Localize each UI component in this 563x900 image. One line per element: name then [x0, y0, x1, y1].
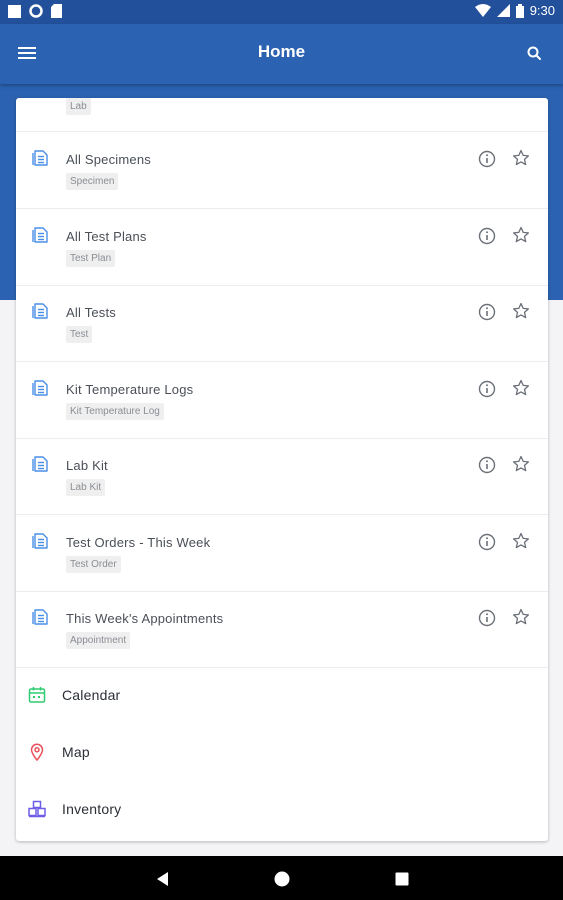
signal-icon	[496, 4, 510, 17]
list-item-title: All Specimens	[66, 152, 151, 167]
list-item-title: Kit Temperature Logs	[66, 381, 194, 397]
list-item[interactable]: This Week's Appointments Appointment	[16, 591, 548, 668]
star-icon[interactable]	[511, 225, 531, 245]
list-item-title: All Test Plans	[66, 228, 147, 244]
status-bar: 9:30	[0, 0, 563, 24]
nav-item-map[interactable]: Map	[16, 724, 548, 781]
list-item[interactable]: Kit Temperature Logs Kit Temperature Log	[16, 362, 548, 439]
circle-icon	[29, 4, 43, 18]
star-icon[interactable]	[511, 454, 531, 474]
status-time: 9:30	[529, 3, 555, 18]
inventory-boxes-icon	[27, 799, 47, 819]
info-icon[interactable]	[477, 455, 497, 475]
status-right-icons: 9:30	[474, 3, 555, 18]
list-item-title: Test Orders - This Week	[66, 534, 211, 550]
list-item[interactable]: All Specimens Specimen	[16, 132, 548, 209]
list-view-icon	[32, 226, 50, 244]
back-icon[interactable]	[152, 868, 174, 890]
star-icon[interactable]	[511, 148, 531, 168]
list-view-icon	[32, 379, 50, 397]
info-icon[interactable]	[477, 532, 497, 552]
list-view-icon	[32, 149, 50, 167]
list-item-title: All Tests	[66, 305, 116, 320]
type-tag: Test	[66, 326, 93, 343]
star-icon[interactable]	[511, 378, 531, 398]
wifi-icon	[474, 4, 491, 17]
star-icon[interactable]	[511, 531, 531, 551]
type-tag: Lab	[66, 98, 91, 115]
nav-item-label: Inventory	[62, 801, 122, 817]
type-tag: Specimen	[66, 173, 119, 190]
type-tag: Lab Kit	[66, 479, 106, 496]
list-item[interactable]: Test Orders - This Week Test Order	[16, 515, 548, 592]
list-item-partial[interactable]: Lab	[16, 98, 548, 132]
home-icon[interactable]	[271, 868, 293, 890]
page-title: Home	[257, 42, 306, 61]
info-icon[interactable]	[477, 379, 497, 399]
battery-icon	[515, 3, 524, 18]
info-icon[interactable]	[477, 149, 497, 169]
nav-item-inventory[interactable]: Inventory	[16, 781, 548, 838]
star-icon[interactable]	[511, 607, 531, 627]
search-button[interactable]	[521, 40, 549, 68]
status-left-icons	[8, 4, 62, 18]
sd-card-icon	[51, 4, 62, 18]
nav-item-label: Calendar	[62, 687, 121, 703]
nav-item-label: Map	[62, 744, 90, 760]
list-item[interactable]: All Tests Test	[16, 285, 548, 362]
type-tag: Test Order	[66, 555, 121, 573]
square-icon	[8, 4, 21, 18]
app-bar: Home	[0, 24, 563, 84]
type-tag: Appointment	[66, 632, 131, 649]
list-item-title: Lab Kit	[66, 458, 108, 473]
recents-icon[interactable]	[391, 868, 413, 890]
calendar-icon	[27, 685, 47, 705]
system-navigation-bar	[0, 856, 563, 900]
nav-item-calendar[interactable]: Calendar	[16, 667, 548, 724]
info-icon[interactable]	[477, 608, 497, 628]
map-pin-icon	[27, 742, 47, 762]
list-item-title: This Week's Appointments	[66, 611, 224, 626]
star-icon[interactable]	[511, 301, 531, 321]
search-icon[interactable]	[521, 40, 549, 68]
type-tag: Test Plan	[66, 249, 116, 267]
list-view-icon	[32, 532, 50, 550]
list-item[interactable]: Lab Kit Lab Kit	[16, 438, 548, 515]
type-tag: Kit Temperature Log	[66, 402, 164, 420]
list-view-icon	[32, 608, 50, 626]
list-item[interactable]: All Test Plans Test Plan	[16, 209, 548, 286]
info-icon[interactable]	[477, 302, 497, 322]
info-icon[interactable]	[477, 226, 497, 246]
list-view-icon	[32, 302, 50, 320]
list-view-icon	[32, 455, 50, 473]
views-card: Lab All Specimens Specimen All Test Plan…	[16, 98, 548, 841]
